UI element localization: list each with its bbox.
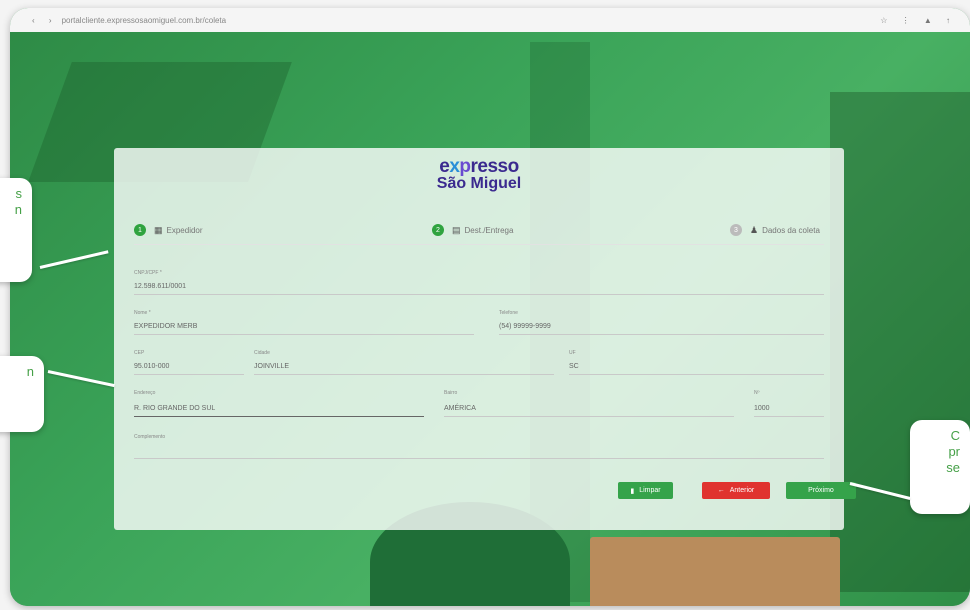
arrow-left-icon: ← [717,487,725,494]
tutorial-callout-left-mid: n [0,356,44,432]
browser-nav-buttons[interactable]: ‹ › [32,16,58,25]
bg-shape [830,92,970,592]
address-field[interactable]: Endereço R. RIO GRANDE DO SUL [134,390,424,417]
bg-box [590,537,840,606]
state-field[interactable]: UF SC [569,350,824,375]
district-field[interactable]: Bairro AMÉRICA [444,390,734,417]
next-button[interactable]: Próximo [786,482,856,499]
cep-field[interactable]: CEP 95.010-000 [134,350,244,375]
eraser-icon: ▮ [630,487,635,495]
address-bar[interactable]: portalcliente.expressosaomiguel.com.br/c… [62,16,227,25]
step-label: Dados da coleta [762,225,820,235]
building-icon: ▦ [154,224,163,235]
complement-field[interactable]: Complemento [134,434,824,459]
browser-window: ‹ › portalcliente.expressosaomiguel.com.… [10,8,970,606]
step-number: 1 [134,224,146,236]
cnpj-field[interactable]: CNPJ/CPF * 12.598.611/0001 [134,270,824,295]
previous-button[interactable]: ← Anterior [702,482,770,499]
browser-toolbar: ‹ › portalcliente.expressosaomiguel.com.… [10,8,970,33]
tutorial-callout-right: C pr se [910,420,970,514]
tutorial-callout-left-top: s n [0,178,32,282]
collection-form-card: expresso São Miguel 1 ▦ Expedidor 2 ▤ De… [114,148,856,530]
form-stepper: 1 ▦ Expedidor 2 ▤ Dest./Entrega 3 ♟ Dado… [134,224,824,245]
step-number: 2 [432,224,444,236]
number-field[interactable]: Nº 1000 [754,390,824,417]
truck-icon: ▤ [452,224,461,235]
person-icon: ♟ [750,224,759,235]
step-destinatario[interactable]: 2 ▤ Dest./Entrega [432,224,513,236]
city-field[interactable]: Cidade JOINVILLE [254,350,554,375]
step-dados-coleta[interactable]: 3 ♟ Dados da coleta [730,224,820,236]
clear-button[interactable]: ▮ Limpar [618,482,673,499]
step-label: Expedidor [166,225,203,235]
step-label: Dest./Entrega [464,225,514,235]
browser-actions[interactable]: ☆ ⋮ ▲ ↑ [880,16,956,25]
step-expedidor[interactable]: 1 ▦ Expedidor [134,224,203,236]
name-field[interactable]: Nome * EXPEDIDOR MERB [134,310,474,335]
phone-field[interactable]: Telefone (54) 99999-9999 [499,310,824,335]
step-number: 3 [730,224,742,236]
brand-logo: expresso São Miguel [436,156,522,192]
